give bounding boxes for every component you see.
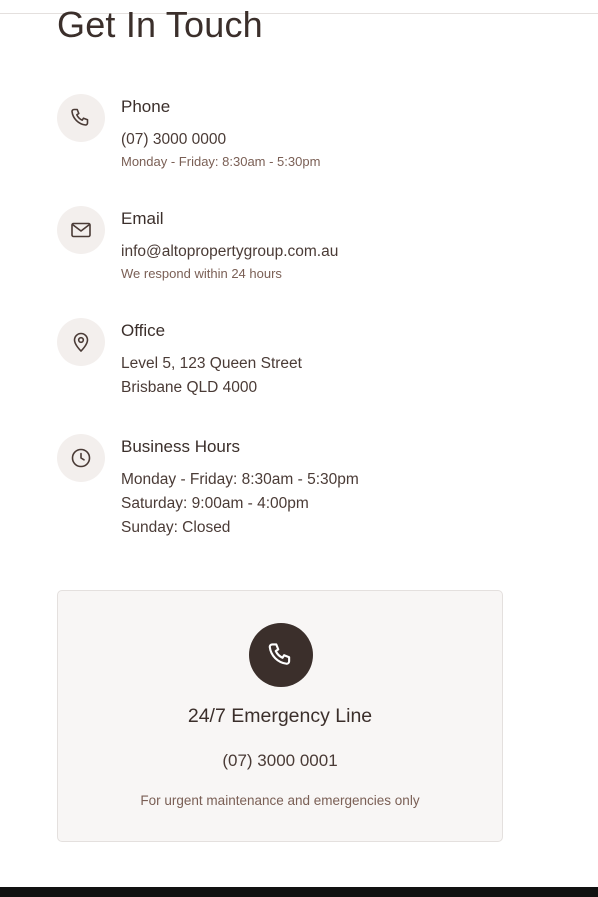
phone-number-link[interactable]: (07) 3000 0000 [121,128,320,152]
hours-saturday: Saturday: 9:00am - 4:00pm [121,495,309,512]
emergency-phone-link[interactable]: (07) 3000 0001 [58,751,502,771]
map-pin-icon [57,318,105,366]
section-heading: Get In Touch [57,4,263,45]
mail-icon [57,206,105,254]
clock-icon [57,434,105,482]
office-address-line-2: Brisbane QLD 4000 [121,379,258,396]
hours-sunday: Sunday: Closed [121,519,231,536]
email-response-note: We respond within 24 hours [121,266,282,281]
emergency-card: 24/7 Emergency Line (07) 3000 0001 For u… [57,590,503,842]
phone-icon [249,623,313,687]
office-address-line-1: Level 5, 123 Queen Street [121,355,302,372]
contact-title-hours: Business Hours [121,437,241,456]
footer-edge [0,887,598,897]
phone-icon [57,94,105,142]
contact-title-phone: Phone [121,97,171,116]
phone-hours-note: Monday - Friday: 8:30am - 5:30pm [121,154,321,169]
emergency-note: For urgent maintenance and emergencies o… [140,793,420,808]
hours-weekdays: Monday - Friday: 8:30am - 5:30pm [121,471,359,488]
contact-title-email: Email [121,209,164,228]
contact-page: Get In Touch Phone (07) 3000 0000 Monday… [0,0,598,897]
email-address-link[interactable]: info@altopropertygroup.com.au [121,240,338,264]
emergency-title: 24/7 Emergency Line [187,705,373,727]
contact-title-office: Office [121,321,166,340]
